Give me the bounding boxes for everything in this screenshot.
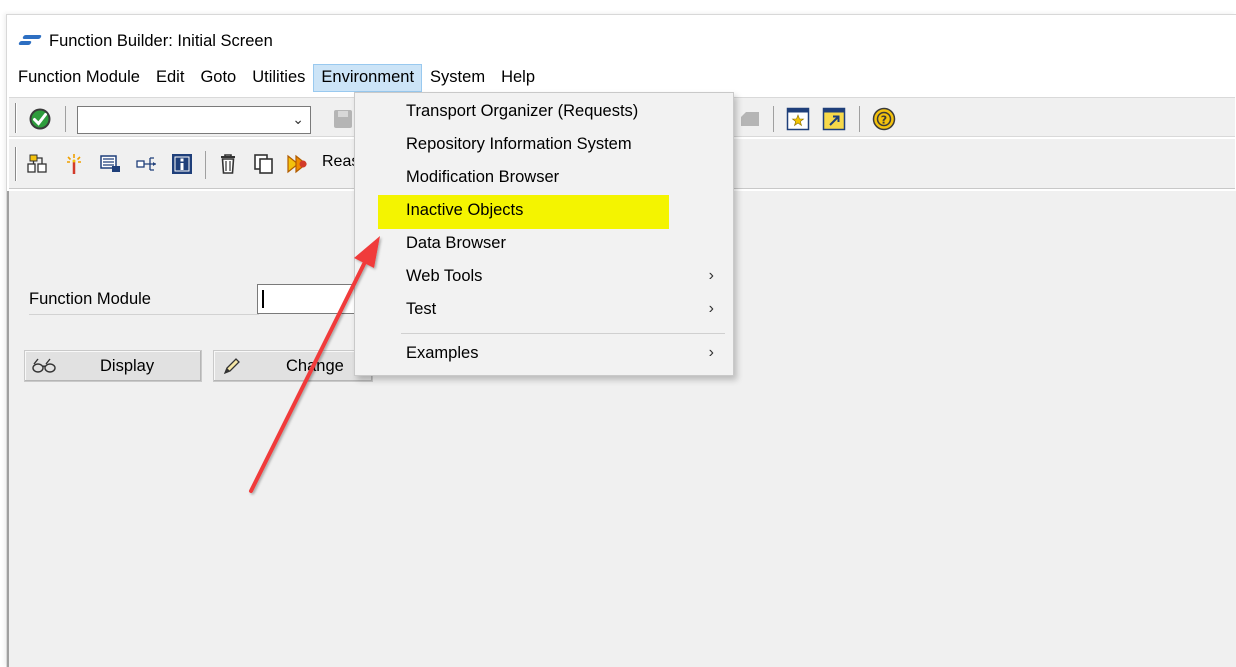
menu-item-inactive-objects[interactable]: Inactive Objects [356,195,732,227]
sap-logo-icon [18,35,42,47]
title-bar: Function Builder: Initial Screen [7,25,1236,57]
menu-edit[interactable]: Edit [148,64,192,92]
menu-help[interactable]: Help [493,64,543,92]
text-cursor [262,290,264,308]
menu-item-label: Data Browser [406,234,506,252]
object-hierarchy-icon[interactable] [25,151,51,177]
toolbar-grip[interactable] [15,103,17,133]
submenu-arrow-icon: › [708,344,714,361]
menu-system[interactable]: System [422,64,493,92]
help-icon[interactable]: ? [871,106,897,132]
menu-item-label: Test [406,300,437,318]
change-button-label: Change [286,357,344,375]
menu-environment[interactable]: Environment [313,64,423,92]
menu-item-repository-information-system[interactable]: Repository Information System [356,129,732,161]
menu-item-label: Inactive Objects [406,201,524,219]
menu-item-transport-organizer[interactable]: Transport Organizer (Requests) [356,96,732,128]
menu-utilities[interactable]: Utilities [244,64,313,92]
menu-item-test[interactable]: Test › [356,294,732,326]
where-used-list-icon[interactable] [97,151,123,177]
display-button[interactable]: Display [24,350,202,382]
menu-item-label: Modification Browser [406,168,560,186]
submenu-arrow-icon: › [708,300,714,317]
menu-item-examples[interactable]: Examples › [356,338,732,370]
menu-goto[interactable]: Goto [192,64,244,92]
create-shortcut-icon[interactable] [821,106,847,132]
delete-icon[interactable] [215,151,241,177]
function-module-label: Function Module [29,289,259,315]
menu-function-module[interactable]: Function Module [10,64,148,92]
chevron-down-icon[interactable]: ⌄ [292,111,304,128]
information-icon[interactable] [169,151,195,177]
toolbar-grip[interactable] [15,147,17,181]
svg-text:?: ? [881,114,887,127]
menu-item-modification-browser[interactable]: Modification Browser [356,162,732,194]
display-object-list-icon[interactable] [133,151,161,177]
enter-check-icon[interactable] [27,106,53,132]
menu-bar: Function Module Edit Goto Utilities Envi… [7,63,1236,93]
function-module-input[interactable] [257,284,367,314]
display-button-label: Display [100,357,155,375]
new-session-icon[interactable] [785,106,811,132]
menu-separator [401,333,725,334]
environment-dropdown-menu: Transport Organizer (Requests) Repositor… [354,92,734,376]
copy-icon[interactable] [251,151,277,177]
menu-item-label: Examples [406,344,479,362]
window-title: Function Builder: Initial Screen [49,31,273,50]
glasses-icon [31,355,57,377]
menu-item-label: Web Tools [406,267,483,285]
pencil-icon [220,355,244,377]
reassign-icon[interactable] [285,151,313,177]
menu-item-label: Transport Organizer (Requests) [406,102,639,120]
shortcut-icon[interactable] [737,107,763,131]
menu-item-data-browser[interactable]: Data Browser [356,228,732,260]
submenu-arrow-icon: › [708,267,714,284]
change-button[interactable]: Change [213,350,373,382]
menu-item-web-tools[interactable]: Web Tools › [356,261,732,293]
activate-icon[interactable] [61,151,87,177]
save-icon[interactable] [331,107,355,131]
command-field[interactable]: ⌄ [77,106,311,134]
menu-item-label: Repository Information System [406,135,632,153]
